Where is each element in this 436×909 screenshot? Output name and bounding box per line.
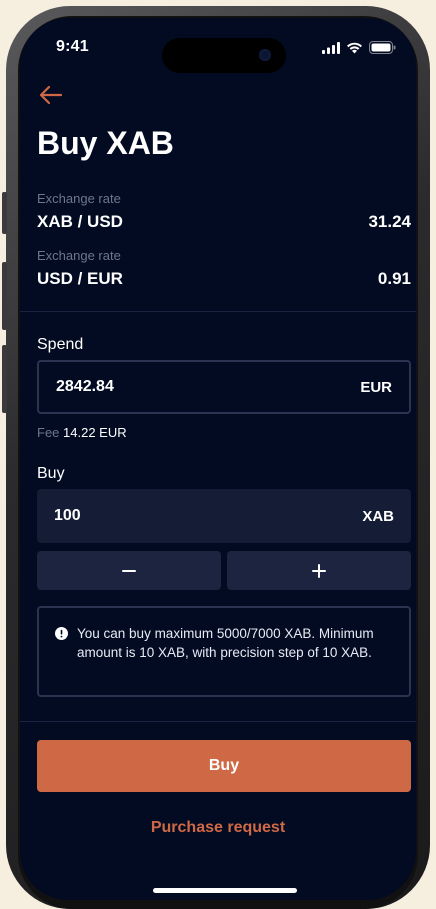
- increment-button[interactable]: [227, 551, 411, 590]
- divider: [20, 311, 416, 312]
- buy-value: 100: [54, 507, 81, 524]
- status-time: 9:41: [56, 38, 89, 55]
- rate-pair-usd-eur: USD / EUR: [37, 269, 123, 288]
- spend-label: Spend: [37, 336, 84, 353]
- info-notice: You can buy maximum 5000/7000 XAB. Minim…: [37, 606, 411, 697]
- rate-value-xab-usd: 31.24: [368, 212, 411, 231]
- spend-input[interactable]: 2842.84 EUR: [37, 360, 411, 414]
- action-button: [2, 192, 7, 234]
- home-indicator: [153, 888, 297, 893]
- app-screen: 9:41 Buy XAB Exchange rate XAB / USD 31.…: [20, 18, 416, 900]
- divider: [20, 721, 416, 722]
- battery-icon: [369, 41, 396, 54]
- info-icon: [55, 627, 68, 640]
- rate-label: Exchange rate: [37, 248, 121, 263]
- buy-label: Buy: [37, 465, 65, 482]
- decrement-button[interactable]: [37, 551, 221, 590]
- purchase-request-button[interactable]: Purchase request: [20, 819, 416, 837]
- buy-button[interactable]: Buy: [37, 740, 411, 792]
- signal-icon: [322, 41, 340, 54]
- spend-value: 2842.84: [56, 378, 114, 395]
- camera-icon: [259, 49, 271, 61]
- spend-currency: EUR: [360, 378, 392, 396]
- buy-amount-input[interactable]: 100 XAB: [37, 489, 411, 543]
- dynamic-island: [162, 38, 286, 73]
- arrow-left-icon: [39, 85, 63, 105]
- volume-down-button: [2, 345, 7, 413]
- fee-label: Fee: [37, 425, 60, 440]
- minus-icon: [122, 569, 136, 572]
- wifi-icon: [347, 42, 362, 53]
- info-text: You can buy maximum 5000/7000 XAB. Minim…: [77, 626, 374, 660]
- buy-unit: XAB: [362, 507, 394, 525]
- rate-label: Exchange rate: [37, 191, 121, 206]
- status-icons: [322, 41, 396, 54]
- rate-value-usd-eur: 0.91: [377, 269, 411, 288]
- back-button[interactable]: [36, 80, 66, 110]
- fee-row: Fee 14.22 EUR: [37, 425, 127, 440]
- fee-value: 14.22 EUR: [63, 425, 127, 440]
- rate-pair-xab-usd: XAB / USD: [37, 212, 123, 231]
- plus-icon: [312, 563, 326, 578]
- page-title: Buy XAB: [37, 125, 174, 161]
- volume-up-button: [2, 262, 7, 330]
